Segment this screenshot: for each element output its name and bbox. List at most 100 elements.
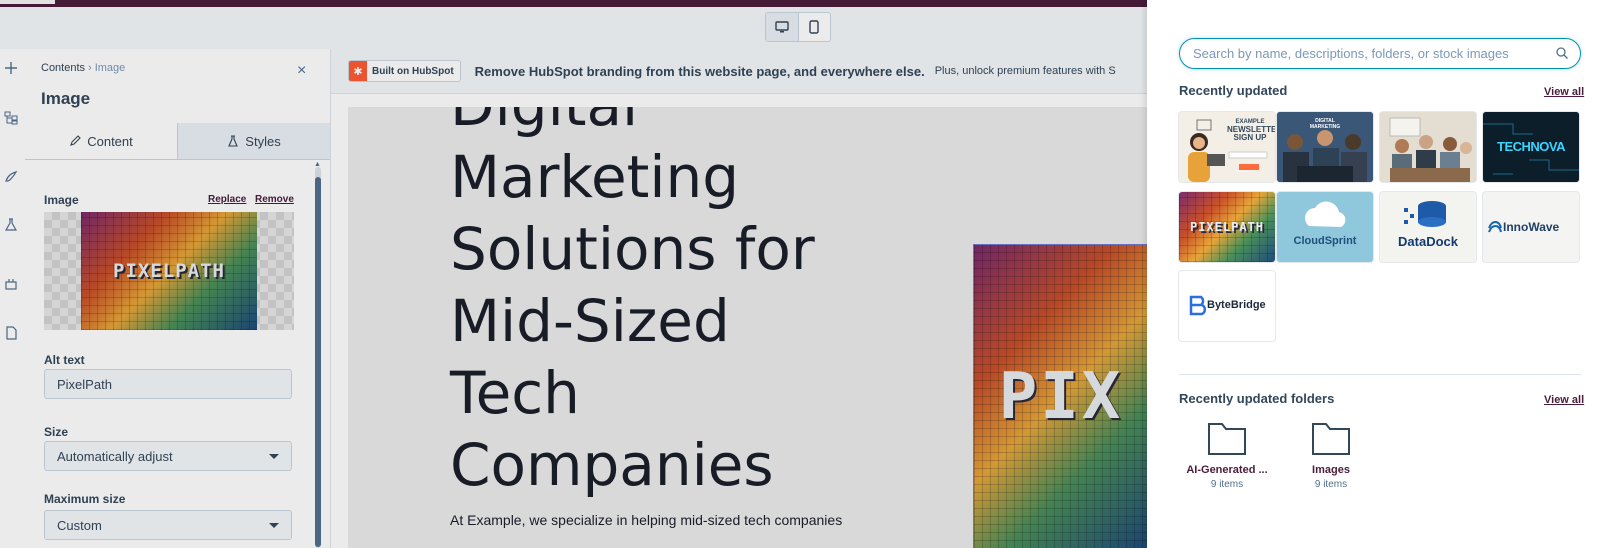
- breadcrumb-contents[interactable]: Contents: [41, 62, 85, 74]
- size-select[interactable]: Automatically adjust: [44, 441, 292, 471]
- thumbnail-bytebridge[interactable]: ByteBridge: [1179, 271, 1275, 341]
- thumbnail-text: CloudSprint: [1293, 235, 1357, 247]
- folder-icon: [1208, 423, 1246, 455]
- app-top-bar: [0, 0, 1147, 7]
- heading-line: Digital: [450, 107, 870, 141]
- size-select-value: Automatically adjust: [57, 448, 173, 464]
- mobile-view-button[interactable]: [799, 13, 831, 41]
- alt-text-input[interactable]: PixelPath: [44, 369, 292, 399]
- device-toggle: [765, 12, 831, 42]
- thumbnail-innowave[interactable]: InnoWave: [1483, 192, 1579, 262]
- heading-line: Solutions for: [450, 215, 815, 283]
- breadcrumb-current: Image: [94, 62, 126, 74]
- desktop-view-button[interactable]: [766, 13, 799, 41]
- thumbnail-cloudsprint[interactable]: CloudSprint: [1277, 192, 1373, 262]
- thumbnail-newsletter[interactable]: SIGN UP EXAMPLE NEWSLETTER SIGN UP: [1179, 112, 1275, 182]
- heading-line: Companies: [450, 431, 774, 499]
- website-page: Digital Marketing Solutions for Mid-Size…: [348, 107, 1147, 548]
- panel-scrollbar[interactable]: [315, 167, 321, 548]
- chevron-down-icon: [269, 454, 279, 459]
- thumbnail-text: InnoWave: [1503, 220, 1560, 234]
- thumbnail-text: ByteBridge: [1207, 299, 1266, 311]
- tab-styles[interactable]: Styles: [178, 123, 330, 159]
- folder-name: Images: [1312, 464, 1350, 476]
- breadcrumb: Contents › Image: [41, 62, 126, 74]
- image-field-label: Image: [44, 193, 79, 207]
- folder-count: 9 items: [1210, 479, 1244, 490]
- tab-styles-label: Styles: [245, 133, 281, 149]
- left-rail: [0, 49, 26, 548]
- hero-heading[interactable]: Digital Marketing Solutions for Mid-Size…: [450, 107, 870, 501]
- heading-line: Tech: [450, 359, 580, 427]
- search-placeholder: Search by name, descriptions, folders, o…: [1193, 46, 1509, 61]
- thumbnail-team-meeting[interactable]: [1380, 112, 1476, 182]
- banner-main-text: Remove HubSpot branding from this websit…: [474, 63, 925, 79]
- search-icon[interactable]: [1555, 46, 1569, 60]
- cloud-icon: [1305, 201, 1346, 227]
- size-label: Size: [44, 425, 69, 439]
- plus-icon[interactable]: [2, 59, 20, 77]
- folder-ai-generated[interactable]: AI-Generated ... 9 items: [1179, 420, 1275, 490]
- pixelpath-image: PIXELPATH: [81, 212, 257, 330]
- view-all-folders-link[interactable]: View all: [1544, 394, 1584, 406]
- thumbnail-text: MARKETING: [1309, 124, 1341, 130]
- folder-count: 9 items: [1314, 479, 1348, 490]
- pencil-icon: [70, 135, 81, 146]
- image-preview[interactable]: PIXELPATH: [44, 212, 294, 330]
- thumbnail-digital-marketing-team[interactable]: DIGITAL MARKETING: [1277, 112, 1373, 182]
- module-edit-panel: Contents › Image × Image Content Styles ▲ …: [25, 49, 331, 548]
- editor-toolbar: [0, 7, 1147, 50]
- close-icon[interactable]: ×: [297, 63, 306, 79]
- tab-content[interactable]: Content: [25, 123, 178, 159]
- mobile-icon: [809, 20, 819, 34]
- editor-canvas: Digital Marketing Solutions for Mid-Size…: [348, 107, 1147, 548]
- banner-sub-text: Plus, unlock premium features with S: [934, 65, 1116, 77]
- chevron-down-icon: [269, 523, 279, 528]
- search-input[interactable]: Search by name, descriptions, folders, o…: [1179, 38, 1581, 69]
- thumbnail-technova[interactable]: TECHNOVA: [1483, 112, 1579, 182]
- alt-text-label: Alt text: [44, 353, 85, 367]
- panel-tabs: Content Styles: [25, 123, 330, 160]
- hubspot-sprocket-icon: ✱: [349, 61, 367, 81]
- recently-updated-folders-title: Recently updated folders: [1179, 391, 1335, 406]
- tab-content-label: Content: [87, 133, 133, 149]
- brush-icon[interactable]: [2, 168, 20, 186]
- top-bar-logo: [0, 0, 55, 4]
- thumbnail-text: SIGN UP: [1233, 133, 1267, 142]
- hero-body-text[interactable]: At Example, we specialize in helping mid…: [450, 510, 920, 530]
- remove-link[interactable]: Remove: [255, 194, 294, 205]
- hero-image-text: PIX: [998, 360, 1124, 434]
- desktop-icon: [775, 21, 789, 33]
- branding-banner: ✱ Built on HubSpot Remove HubSpot brandi…: [331, 49, 1147, 94]
- max-size-select[interactable]: Custom: [44, 510, 292, 540]
- thumbnail-datadock[interactable]: DataDock: [1380, 192, 1476, 262]
- thumbnail-text: TECHNOVA: [1497, 139, 1565, 154]
- panel-title: Image: [41, 89, 91, 108]
- thumbnail-text: DataDock: [1398, 234, 1458, 249]
- flask-icon[interactable]: [2, 216, 20, 234]
- meeting-photo-illustration: [1380, 112, 1476, 182]
- max-size-select-value: Custom: [57, 517, 102, 533]
- file-icon[interactable]: [2, 324, 20, 342]
- view-all-files-link[interactable]: View all: [1544, 86, 1584, 98]
- database-icon: [1404, 201, 1446, 227]
- folder-images[interactable]: Images 9 items: [1283, 420, 1379, 490]
- section-divider: [1179, 374, 1581, 375]
- page-preview: ✱ Built on HubSpot Remove HubSpot brandi…: [331, 49, 1147, 548]
- hubspot-badge[interactable]: ✱ Built on HubSpot: [348, 60, 461, 82]
- thumbnail-text: PIXELPATH: [1189, 220, 1265, 234]
- svg-text:SIGN UP: SIGN UP: [1236, 169, 1248, 173]
- heading-line: Mid-Sized: [450, 287, 730, 355]
- plugin-icon[interactable]: [2, 275, 20, 293]
- folder-icon: [1312, 423, 1350, 455]
- replace-link[interactable]: Replace: [208, 194, 246, 205]
- tree-icon[interactable]: [2, 109, 20, 127]
- heading-line: Marketing: [450, 143, 740, 211]
- file-picker-drawer: Search by name, descriptions, folders, o…: [1147, 0, 1600, 548]
- recently-updated-title: Recently updated: [1179, 83, 1288, 98]
- flask-icon: [228, 135, 239, 147]
- folder-name: AI-Generated ...: [1186, 464, 1268, 476]
- hero-image[interactable]: PIX: [973, 244, 1147, 548]
- hubspot-badge-label: Built on HubSpot: [372, 65, 454, 77]
- thumbnail-pixelpath[interactable]: PIXELPATH: [1179, 192, 1275, 262]
